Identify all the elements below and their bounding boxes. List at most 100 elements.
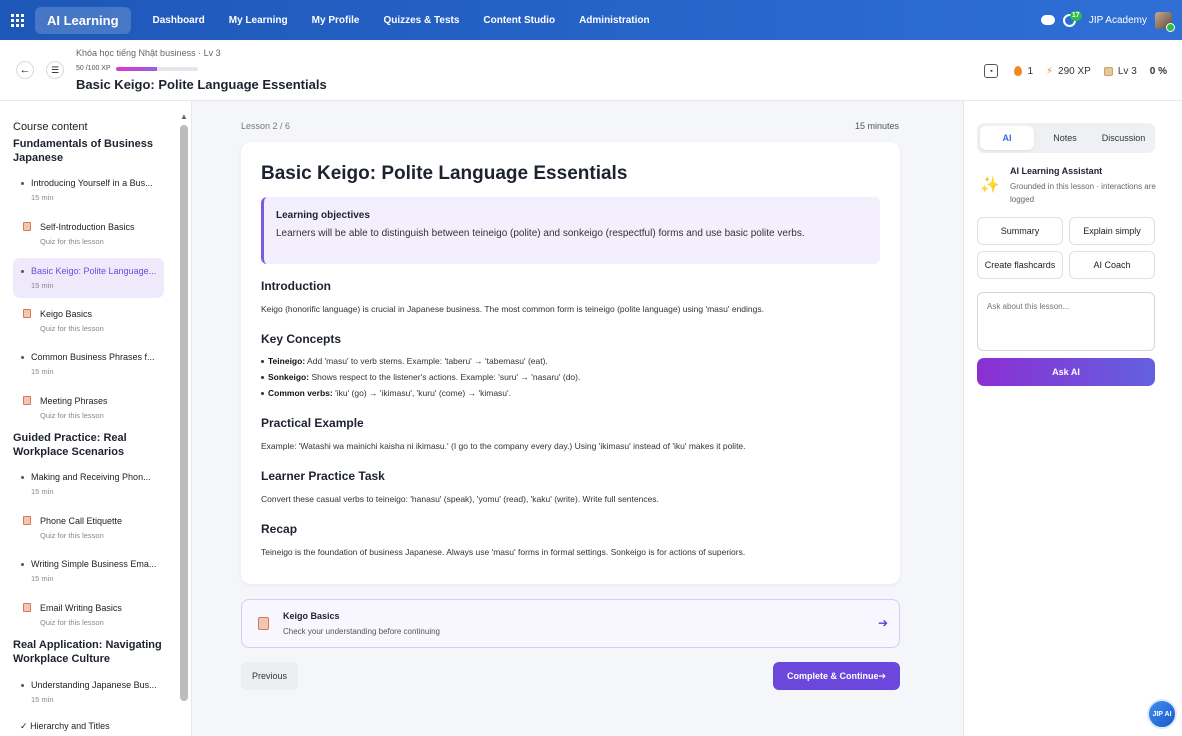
item-sub: 15 min xyxy=(31,574,54,583)
list-item[interactable]: Making and Receiving Phon... 15 min xyxy=(13,464,164,504)
avatar[interactable] xyxy=(1155,11,1175,32)
item-label: Phone Call Etiquette xyxy=(40,516,123,526)
notifications-button[interactable]: 17 xyxy=(1062,11,1082,29)
quiz-icon xyxy=(258,617,269,630)
arrow-right-icon: ➔ xyxy=(878,670,887,681)
concept-text: Add 'masu' to verb stems. Example: 'tabe… xyxy=(305,356,548,366)
list-item[interactable]: Common Business Phrases f... 15 min xyxy=(13,344,164,384)
tab-ai[interactable]: AI xyxy=(980,126,1034,150)
concept-item: Teineigo: Add 'masu' to verb stems. Exam… xyxy=(261,356,548,366)
course-sidebar: Course content Fundamentals of Business … xyxy=(0,101,192,736)
nav-dashboard[interactable]: Dashboard xyxy=(153,15,205,26)
quiz-card[interactable]: Keigo Basics Check your understanding be… xyxy=(241,599,900,648)
quiz-icon xyxy=(23,396,31,405)
list-item[interactable]: ✓ Hierarchy and Titles xyxy=(20,721,110,732)
summary-button[interactable]: Summary xyxy=(977,217,1063,245)
xp-total: 290 XP xyxy=(1058,65,1091,77)
item-sub: Quiz for this lesson xyxy=(40,411,104,420)
list-item[interactable]: Meeting Phrases Quiz for this lesson xyxy=(13,388,164,428)
level-icon xyxy=(1103,66,1113,76)
lesson-number: Lesson 2 / 6 xyxy=(241,121,291,131)
account-name[interactable]: JIP Academy xyxy=(1089,15,1147,26)
bullet-icon xyxy=(21,182,24,185)
bullet-icon xyxy=(21,684,24,687)
bullet-icon xyxy=(21,563,24,566)
explain-simply-button[interactable]: Explain simply xyxy=(1069,217,1155,245)
item-label: Writing Simple Business Ema... xyxy=(31,559,157,569)
ask-ai-button[interactable]: Ask AI xyxy=(977,358,1155,386)
quiz-subtitle: Check your understanding before continui… xyxy=(283,627,440,636)
scroll-up-icon[interactable]: ▲ xyxy=(180,112,188,121)
list-item[interactable]: Keigo Basics Quiz for this lesson xyxy=(13,301,164,341)
bullet-icon xyxy=(21,356,24,359)
xp-fill xyxy=(115,66,157,71)
sidebar-scrollbar[interactable] xyxy=(180,125,188,701)
item-label: Keigo Basics xyxy=(40,309,93,319)
lesson-header: ← ☰ Khóa học tiếng Nhật business · Lv 3 … xyxy=(0,40,1182,101)
fullscreen-icon[interactable]: ▪ xyxy=(984,64,999,78)
item-sub: 15 min xyxy=(31,367,54,376)
list-item[interactable]: Phone Call Etiquette Quiz for this lesson xyxy=(13,508,164,548)
tab-discussion[interactable]: Discussion xyxy=(1095,126,1152,150)
objectives-text: Learners will be able to distinguish bet… xyxy=(276,228,805,239)
bolt-icon: ⚡ xyxy=(1046,65,1054,77)
ai-coach-button[interactable]: AI Coach xyxy=(1069,251,1155,279)
previous-button[interactable]: Previous xyxy=(241,662,298,690)
header-stats: ▪ 1 ⚡ 290 XP Lv 3 0 % xyxy=(984,64,1167,78)
toggle-outline-button[interactable]: ☰ xyxy=(46,61,64,79)
brand-button[interactable]: AI Learning xyxy=(35,6,131,34)
section-heading[interactable]: Guided Practice: Real Workplace Scenario… xyxy=(13,431,165,459)
concept-text: Shows respect to the listener's actions.… xyxy=(309,372,581,382)
concept-text: 'iku' (go) → 'ikimasu', 'kuru' (come) → … xyxy=(332,388,512,398)
assistant-panel: AI Notes Discussion ✨ AI Learning Assist… xyxy=(963,101,1182,736)
section-heading[interactable]: Real Application: Navigating Workplace C… xyxy=(13,638,165,666)
chat-icon[interactable] xyxy=(1040,15,1055,25)
concept-term: Teineigo: xyxy=(268,356,306,366)
item-label: Common Business Phrases f... xyxy=(31,352,155,362)
complete-continue-label: Complete & Continue xyxy=(786,671,879,681)
quiz-icon xyxy=(23,309,31,318)
item-sub: Quiz for this lesson xyxy=(40,237,104,246)
jip-ai-fab[interactable]: JIP AI xyxy=(1147,699,1177,729)
section-heading: Introduction xyxy=(261,279,331,293)
xp-text: 50 /100 XP xyxy=(76,65,111,72)
list-item[interactable]: Email Writing Basics Quiz for this lesson xyxy=(13,595,164,635)
nav-administration[interactable]: Administration xyxy=(579,15,650,26)
apps-grid-icon[interactable] xyxy=(0,0,34,40)
streak-stat: 1 xyxy=(1014,66,1033,77)
xp-bar xyxy=(115,66,198,71)
list-item[interactable]: Introducing Yourself in a Bus... 15 min xyxy=(13,170,164,210)
nav-content-studio[interactable]: Content Studio xyxy=(483,15,555,26)
ask-input[interactable] xyxy=(977,292,1155,351)
list-item[interactable]: Writing Simple Business Ema... 15 min xyxy=(13,551,164,591)
tab-notes[interactable]: Notes xyxy=(1037,126,1093,150)
panel-tabs: AI Notes Discussion xyxy=(977,123,1155,153)
nav-my-learning[interactable]: My Learning xyxy=(229,15,288,26)
level-stat: Lv 3 xyxy=(1103,65,1137,77)
learning-objectives: Learning objectives Learners will be abl… xyxy=(261,197,880,264)
level-text: Lv 3 xyxy=(1117,65,1137,77)
concept-item: Sonkeigo: Shows respect to the listener'… xyxy=(260,372,581,382)
completion-percent: 0 % xyxy=(1149,65,1167,77)
back-button[interactable]: ← xyxy=(16,61,34,79)
item-label: Introducing Yourself in a Bus... xyxy=(31,178,153,188)
section-heading[interactable]: Fundamentals of Business Japanese xyxy=(13,137,165,165)
nav-quizzes-tests[interactable]: Quizzes & Tests xyxy=(383,15,459,26)
bullet-icon xyxy=(21,476,24,479)
nav-my-profile[interactable]: My Profile xyxy=(312,15,360,26)
assistant-title: AI Learning Assistant xyxy=(1010,166,1103,176)
arrow-right-icon: ➔ xyxy=(877,616,888,630)
assistant-subtitle: Grounded in this lesson · interactions a… xyxy=(1010,182,1156,204)
item-sub: Quiz for this lesson xyxy=(40,531,104,540)
list-item[interactable]: Understanding Japanese Bus... 15 min xyxy=(13,672,164,712)
check-icon: ✓ xyxy=(20,721,28,731)
fire-icon xyxy=(1014,66,1023,76)
list-item-active[interactable]: Basic Keigo: Polite Language... 15 min xyxy=(13,258,164,298)
objectives-title: Learning objectives xyxy=(276,210,370,221)
quiz-icon xyxy=(23,603,31,612)
concept-term: Common verbs: xyxy=(268,388,333,398)
create-flashcards-button[interactable]: Create flashcards xyxy=(977,251,1063,279)
item-sub: 15 min xyxy=(31,487,54,496)
complete-continue-button[interactable]: Complete & Continue ➔ xyxy=(773,662,900,690)
list-item[interactable]: Self-Introduction Basics Quiz for this le… xyxy=(13,214,164,254)
